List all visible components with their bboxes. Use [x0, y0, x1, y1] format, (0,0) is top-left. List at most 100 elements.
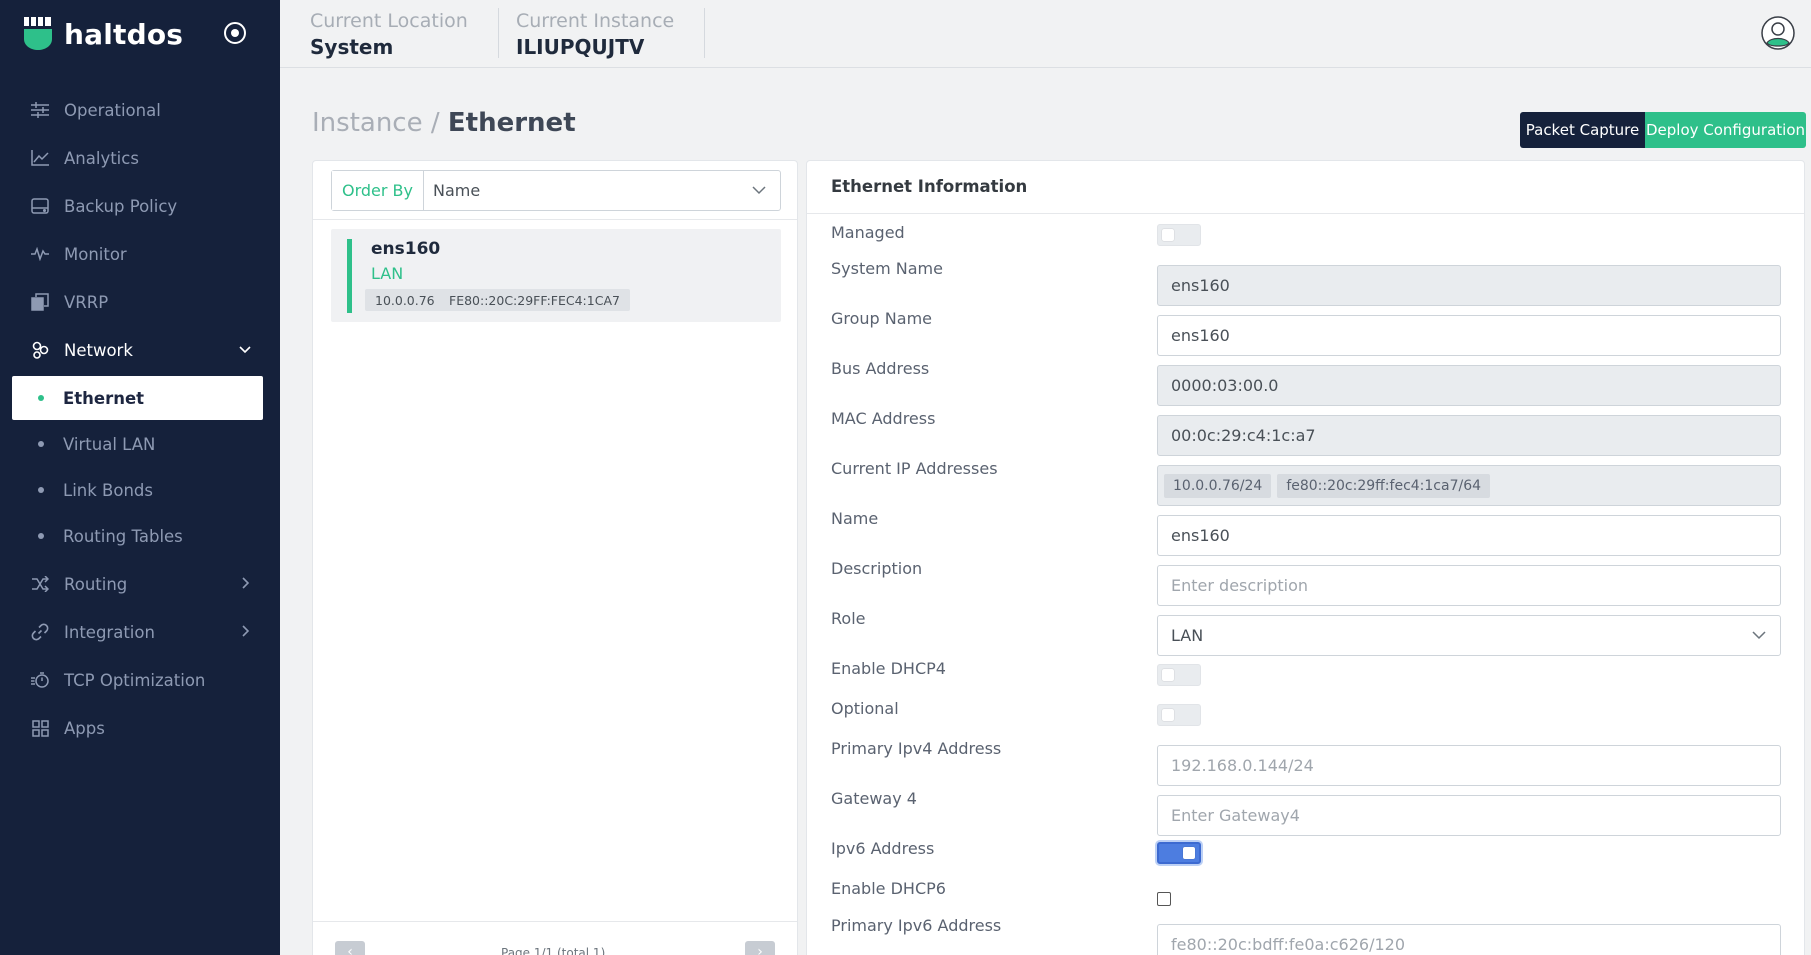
hard-drive-icon: [30, 196, 50, 216]
system-name-label: System Name: [831, 259, 943, 278]
sidebar-item-label: Analytics: [64, 148, 139, 168]
sliders-icon: [30, 100, 50, 120]
order-by-select[interactable]: Order By Name: [331, 170, 781, 211]
name-field[interactable]: ens160: [1157, 515, 1781, 556]
sidebar-item-label: Routing: [64, 574, 128, 594]
sidebar-item-label: Backup Policy: [64, 196, 178, 216]
pagination-text: Page 1/1 (total 1): [501, 946, 606, 955]
current-instance[interactable]: Current Instance ILIUPQUJTV: [486, 8, 706, 59]
sidebar-item-analytics[interactable]: Analytics: [0, 135, 280, 181]
panel-title: Ethernet Information: [831, 177, 1028, 196]
ipv6-toggle[interactable]: [1157, 842, 1201, 864]
chevron-down-icon: [752, 186, 766, 195]
sidebar-item-monitor[interactable]: Monitor: [0, 231, 280, 277]
current-location-label: Current Location: [310, 10, 468, 32]
current-instance-label: Current Instance: [516, 10, 675, 32]
copy-icon: [30, 292, 50, 312]
role-label: Role: [831, 609, 866, 628]
order-by-selected: Name: [433, 181, 481, 200]
sidebar-item-operational[interactable]: Operational: [0, 87, 280, 133]
primary-ipv4-label: Primary Ipv4 Address: [831, 739, 1002, 758]
stopwatch-icon: [30, 670, 50, 690]
ip-chip: fe80::20c:29ff:fec4:1ca7/64: [1277, 473, 1491, 498]
sidebar-item-integration[interactable]: Integration: [0, 609, 280, 655]
ipv6-badge: FE80::20C:29FF:FEC4:1CA7: [439, 289, 630, 311]
gateway4-field[interactable]: Enter Gateway4: [1157, 795, 1781, 836]
sidebar-subitem-label: Routing Tables: [63, 526, 183, 546]
selected-indicator: [347, 239, 352, 313]
managed-toggle[interactable]: [1157, 224, 1201, 246]
breadcrumb-current: Ethernet: [447, 108, 576, 138]
system-name-field[interactable]: ens160: [1157, 265, 1781, 306]
chevron-down-icon: [1752, 631, 1766, 640]
sidebar-item-label: Monitor: [64, 244, 127, 264]
sidebar-item-label: Integration: [64, 622, 155, 642]
sidebar-item-network[interactable]: Network: [0, 327, 280, 373]
bullet-icon: [38, 395, 44, 401]
haltdos-logo-icon: [24, 17, 52, 50]
breadcrumb-parent[interactable]: Instance: [312, 108, 423, 138]
mac-address-field[interactable]: 00:0c:29:c4:1c:a7: [1157, 415, 1781, 456]
group-name-field[interactable]: ens160: [1157, 315, 1781, 356]
target-icon[interactable]: [224, 22, 246, 44]
divider: [313, 921, 797, 922]
bullet-icon: [38, 441, 44, 447]
primary-ipv6-label: Primary Ipv6 Address: [831, 916, 1002, 935]
bus-address-field[interactable]: 0000:03:00.0: [1157, 365, 1781, 406]
ethernet-list-panel: Order By Name ens160 LAN 10.0.0.76 FE80:…: [312, 160, 798, 955]
list-item[interactable]: ens160 LAN 10.0.0.76 FE80::20C:29FF:FEC4…: [331, 229, 781, 322]
sidebar-item-vrrp[interactable]: VRRP: [0, 279, 280, 325]
line-chart-icon: [30, 148, 50, 168]
bullet-icon: [38, 533, 44, 539]
deploy-configuration-button[interactable]: Deploy Configuration: [1645, 112, 1806, 148]
optional-label: Optional: [831, 699, 899, 718]
current-location-value: System: [310, 35, 394, 59]
sidebar-item-backup-policy[interactable]: Backup Policy: [0, 183, 280, 229]
sidebar-item-label: Operational: [64, 100, 161, 120]
optional-toggle[interactable]: [1157, 704, 1201, 726]
shuffle-icon: [30, 574, 50, 594]
breadcrumb: Instance / Ethernet: [312, 108, 576, 138]
breadcrumb-separator: /: [422, 108, 448, 138]
gateway4-label: Gateway 4: [831, 789, 917, 808]
user-avatar-icon[interactable]: [1761, 16, 1795, 50]
brand-name: haltdos: [64, 17, 184, 51]
sidebar: haltdos Operational Analytics Backup Pol…: [0, 0, 280, 955]
sidebar-subitem-link-bonds[interactable]: Link Bonds: [12, 468, 263, 512]
sidebar-item-routing[interactable]: Routing: [0, 561, 280, 607]
dhcp6-checkbox[interactable]: [1157, 892, 1171, 906]
sidebar-subitem-routing-tables[interactable]: Routing Tables: [12, 514, 263, 558]
order-by-value[interactable]: Name: [424, 171, 780, 210]
prev-page-button[interactable]: ‹: [335, 941, 365, 955]
role-select[interactable]: LAN: [1157, 615, 1781, 656]
primary-ipv4-field[interactable]: 192.168.0.144/24: [1157, 745, 1781, 786]
sidebar-subitem-label: Link Bonds: [63, 480, 153, 500]
link-icon: [30, 622, 50, 642]
current-ips-field[interactable]: 10.0.0.76/24 fe80::20c:29ff:fec4:1ca7/64: [1157, 465, 1781, 506]
name-label: Name: [831, 509, 879, 528]
sidebar-item-tcp-optimization[interactable]: TCP Optimization: [0, 657, 280, 703]
chevron-down-icon: [239, 346, 251, 354]
ethernet-info-panel: Ethernet Information Managed System Name…: [806, 160, 1805, 955]
packet-capture-button[interactable]: Packet Capture: [1520, 112, 1645, 148]
interface-name: ens160: [371, 239, 441, 259]
sidebar-item-label: VRRP: [64, 292, 109, 312]
sidebar-item-apps[interactable]: Apps: [0, 705, 280, 751]
sidebar-subitem-ethernet[interactable]: Ethernet: [12, 376, 263, 420]
interface-role: LAN: [371, 264, 404, 283]
primary-ipv6-field[interactable]: fe80::20c:bdff:fe0a:c626/120: [1157, 924, 1781, 955]
pulse-icon: [30, 244, 50, 264]
description-field[interactable]: Enter description: [1157, 565, 1781, 606]
divider: [313, 219, 797, 220]
chevron-right-icon: [242, 577, 250, 589]
dhcp4-toggle[interactable]: [1157, 664, 1201, 686]
description-label: Description: [831, 559, 923, 578]
current-ips-label: Current IP Addresses: [831, 459, 998, 478]
ip-chip: 10.0.0.76/24: [1164, 473, 1272, 498]
sidebar-subitem-label: Ethernet: [63, 388, 145, 408]
role-selected: LAN: [1171, 626, 1204, 645]
topbar: Current Location System Current Instance…: [280, 0, 1811, 68]
next-page-button[interactable]: ›: [745, 941, 775, 955]
grid-icon: [30, 718, 50, 738]
sidebar-subitem-virtual-lan[interactable]: Virtual LAN: [12, 422, 263, 466]
